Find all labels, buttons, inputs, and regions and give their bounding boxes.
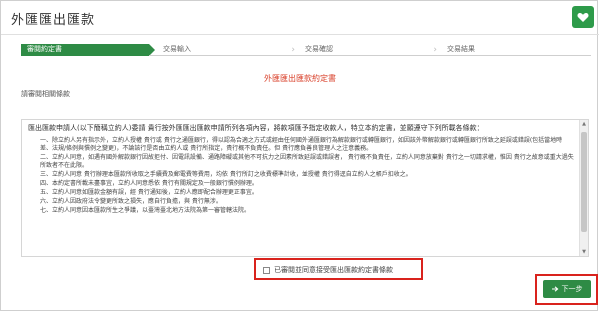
terms-clause: 六、立約人因政府法令變更所致之損失，應自行負擔，與 貴行無涉。 bbox=[40, 198, 222, 205]
step-transaction-result: 交易結果 bbox=[433, 44, 591, 56]
step-review-terms: 審閱約定書 bbox=[21, 44, 155, 56]
step-transaction-input: 交易輸入 › bbox=[149, 44, 295, 56]
terms-scroll-box[interactable]: 匯出匯款申請人(以下簡稱立約人)委請 貴行按外匯匯出匯款申請所列各項內容，將款項… bbox=[21, 119, 589, 257]
terms-scrollbar[interactable]: ▲ ▼ bbox=[579, 120, 588, 256]
agreement-title: 外匯匯出匯款約定書 bbox=[264, 74, 336, 83]
terms-clause: 四、本約定書所載未盡事宜，立約人同意悉依 貴行有關規定及一般銀行慣例辦理。 bbox=[40, 180, 258, 187]
read-hint: 請審閱相關條款 bbox=[21, 90, 70, 98]
scroll-up-icon[interactable]: ▲ bbox=[580, 120, 588, 128]
terms-intro: 匯出匯款申請人(以下簡稱立約人)委請 貴行按外匯匯出匯款申請所列各項內容，將款項… bbox=[28, 124, 484, 132]
page-header: 外匯匯出匯款 bbox=[1, 1, 599, 35]
app-window: 外匯匯出匯款 審閱約定書 交易輸入 › 交易確認 › 交易結果 外匯匯出匯款約定… bbox=[0, 0, 599, 311]
agree-checkbox[interactable] bbox=[263, 266, 270, 274]
step-label: 交易確認 bbox=[305, 45, 333, 53]
scroll-down-icon[interactable]: ▼ bbox=[580, 248, 588, 256]
terms-clause: 三、立約人同意 貴行辦理本匯款所收取之手續費及郵電費等費用，均依 貴行所訂之收費… bbox=[40, 171, 412, 178]
heart-icon bbox=[577, 12, 589, 22]
step-transaction-confirm: 交易確認 › bbox=[291, 44, 437, 56]
terms-clause: 二、立約人同意，如遇有國外解款銀行因故拒付、因電訊設備、通路障礙或其他不可抗力之… bbox=[40, 154, 574, 169]
scroll-thumb[interactable] bbox=[581, 132, 587, 232]
agree-label: 已審閱並同意接受匯出匯款約定書條款 bbox=[274, 266, 393, 274]
step-label: 交易輸入 bbox=[163, 45, 191, 53]
arrow-right-icon bbox=[551, 286, 558, 292]
next-button[interactable]: 下一步 bbox=[543, 280, 591, 298]
next-button-label: 下一步 bbox=[561, 285, 583, 293]
progress-steps: 審閱約定書 交易輸入 › 交易確認 › 交易結果 bbox=[21, 44, 591, 56]
terms-clause: 七、立約人同意因本匯款所生之爭議，以臺灣臺北地方法院為第一審管轄法院。 bbox=[40, 207, 251, 214]
terms-clause: 五、立約人同意如匯款金額有誤，經 貴行通知後，立約人應即配合辦理更正事宜。 bbox=[40, 189, 258, 196]
step-label: 交易結果 bbox=[447, 45, 475, 53]
terms-content: 匯出匯款申請人(以下簡稱立約人)委請 貴行按外匯匯出匯款申請所列各項內容，將款項… bbox=[28, 124, 574, 216]
step-label: 審閱約定書 bbox=[27, 45, 62, 53]
page-title: 外匯匯出匯款 bbox=[11, 13, 96, 28]
favorite-button[interactable] bbox=[572, 6, 594, 28]
agree-checkbox-row[interactable]: 已審閱並同意接受匯出匯款約定書條款 bbox=[263, 265, 393, 275]
terms-clause: 一、除立約人另有指示外，立約人授權 貴行或 貴行之通匯銀行，得以認為合適之方式或… bbox=[40, 137, 563, 152]
